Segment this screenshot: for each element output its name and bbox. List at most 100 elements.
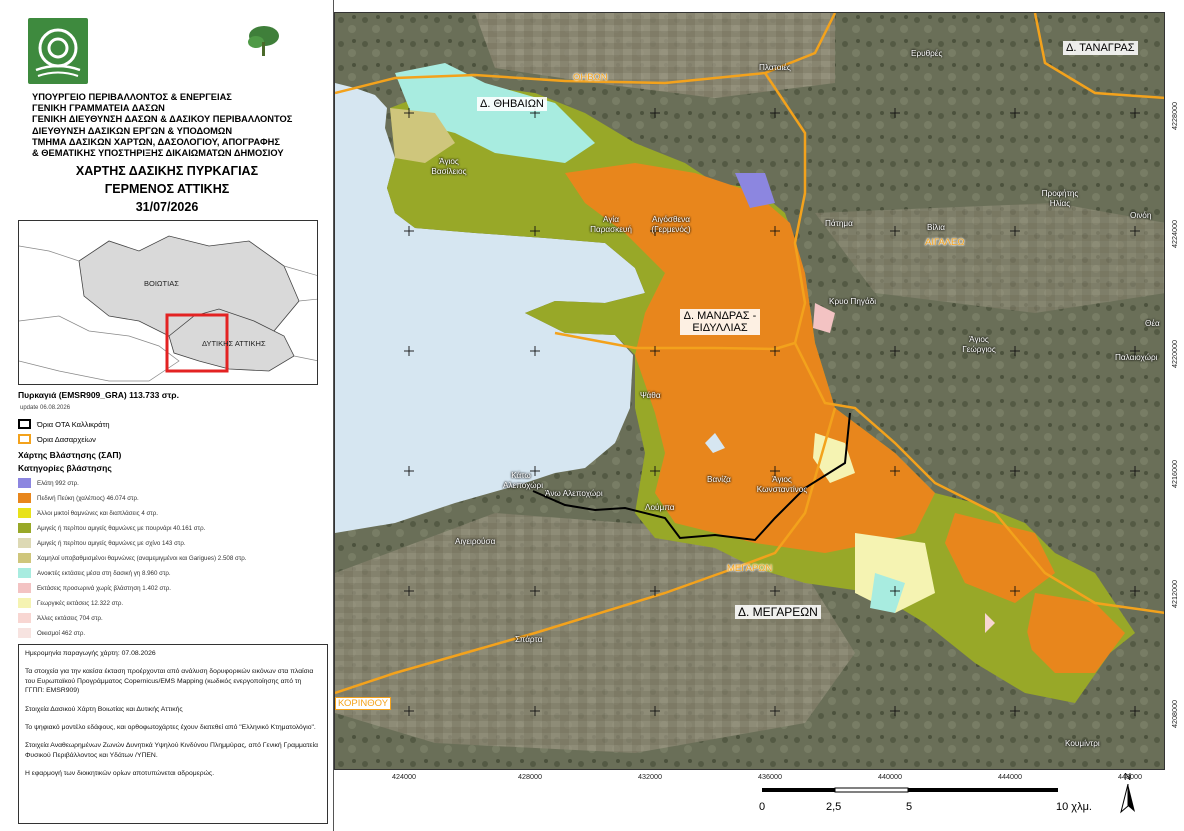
- org-line: ΔΙΕΥΘΥΝΣΗ ΔΑΣΙΚΩΝ ΕΡΓΩΝ & ΥΠΟΔΟΜΩΝ: [32, 125, 233, 136]
- place-oinoi: Οινόη: [1130, 211, 1152, 220]
- x-tick-label: 440000: [878, 772, 902, 781]
- map-canvas: [335, 13, 1164, 769]
- x-tick-label: 432000: [638, 772, 662, 781]
- y-tick-label: 4212000: [1170, 580, 1179, 608]
- place-aigeirousa: Αιγειρούσα: [455, 537, 496, 546]
- y-tick-label: 4228000: [1170, 102, 1179, 130]
- place-plataies: Πλαταιές: [759, 63, 791, 72]
- legend-category-row: Ελάτη 992 στρ.: [18, 477, 79, 489]
- notes-copernicus: Τα στοιχεία για την καείσα έκταση προέρχ…: [25, 668, 314, 695]
- place-thea: Θέα: [1145, 319, 1160, 328]
- legend-category-swatch: [18, 538, 31, 548]
- y-tick-label: 4220000: [1170, 340, 1179, 368]
- region-megareon: Δ. ΜΕΓΑΡΕΩΝ: [735, 605, 821, 619]
- place-vaniza: Βανίζα: [707, 475, 731, 484]
- organization-lines: ΥΠΟΥΡΓΕΙΟ ΠΕΡΙΒΑΛΛΟΝΤΟΣ & ΕΝΕΡΓΕΙΑΣ ΓΕΝΙ…: [32, 92, 322, 159]
- scale-label-zero: 0: [759, 801, 766, 813]
- region-tanagras: Δ. ΤΑΝΑΓΡΑΣ: [1063, 41, 1138, 55]
- inset-map: ΒΟΙΩΤΙΑΣ ΔΥΤΙΚΗΣ ΑΤΤΙΚΗΣ: [18, 220, 318, 385]
- legend-category-label: Χαμηλοί υποβαθμισμένοι θαμνώνες (αναμεμι…: [37, 554, 247, 562]
- legend-category-swatch: [18, 478, 31, 488]
- region-thivaion: Δ. ΘΗΒΑΙΩΝ: [477, 97, 547, 111]
- legend-category-row: Πεδινή Πεύκη (χαλέπιος) 46.074 στρ.: [18, 492, 139, 504]
- legend-category-label: Ελάτη 992 στρ.: [37, 479, 79, 487]
- legend-category-row: Γεωργικές εκτάσεις 12.322 στρ.: [18, 597, 123, 609]
- place-vilia: Βίλια: [927, 223, 945, 232]
- legend-category-row: Εκτάσεις προσωρινά χωρίς βλάστηση 1.402 …: [18, 582, 171, 594]
- north-arrow-icon: N: [1118, 772, 1138, 814]
- legend-fire-update: update 06.08.2026: [20, 405, 71, 411]
- region-mandras: Δ. ΜΑΝΔΡΑΣ - ΕΙΔΥΛΛΙΑΣ: [680, 309, 760, 335]
- forest-service-logo: [28, 18, 88, 84]
- place-koumintri: Κουμίντρι: [1065, 739, 1100, 748]
- inset-label-voiotias: ΒΟΙΩΤΙΑΣ: [144, 279, 179, 288]
- north-label: N: [1124, 772, 1132, 783]
- legend-category-label: Ανοικτές εκτάσεις μέσα στη δασική γη 8.9…: [37, 569, 171, 577]
- notes-disclaimer: Η εφαρμογή των διοικητικών ορίων αποτυπώ…: [25, 770, 215, 778]
- legend-category-label: Οικισμοί 462 στρ.: [37, 629, 86, 637]
- legend-category-swatch: [18, 568, 31, 578]
- notes-dem: Το ψηφιακό μοντέλο εδάφους, και ορθοφωτο…: [25, 724, 316, 732]
- legend-category-swatch: [18, 508, 31, 518]
- place-kato-alepochori: Κάτω Αλεποχώρι: [503, 471, 544, 490]
- place-palaiochori: Παλαιοχώρι: [1115, 353, 1158, 362]
- org-line: & ΘΕΜΑΤΙΚΗΣ ΥΠΟΣΤΗΡΙΞΗΣ ΔΙΚΑΙΩΜΑΤΩΝ ΔΗΜΟ…: [32, 148, 284, 159]
- notes-date: Ημερομηνία παραγωγής χάρτη: 07.08.2026: [25, 650, 156, 657]
- legend-ota-label: Όρια ΟΤΑ Καλλικράτη: [37, 419, 110, 429]
- place-agios-georgios: Άγιος Γεώργιος: [962, 335, 996, 354]
- place-loumpa: Λούμπα: [645, 503, 675, 512]
- map-title: ΧΑΡΤΗΣ ΔΑΣΙΚΗΣ ΠΥΡΚΑΓΙΑΣ: [75, 164, 259, 178]
- info-panel: ΥΠΟΥΡΓΕΙΟ ΠΕΡΙΒΑΛΛΟΝΤΟΣ & ΕΝΕΡΓΕΙΑΣ ΓΕΝΙ…: [0, 0, 334, 831]
- y-tick-label: 4224000: [1170, 220, 1179, 248]
- x-tick-label: 436000: [758, 772, 782, 781]
- legend-category-swatch: [18, 613, 31, 623]
- place-agia-paraskevi: Αγία Παρασκευή: [590, 215, 632, 234]
- forest-office-thivon: ΘΗΒΩΝ: [573, 72, 608, 83]
- legend-categories-title: Κατηγορίες βλάστησης: [18, 463, 112, 473]
- legend-category-label: Άλλες εκτάσεις 704 στρ.: [37, 614, 103, 622]
- map-date: 31/07/2026: [135, 200, 199, 214]
- notes-forest-map: Στοιχεία Δασικού Χάρτη Βοιωτίας και Δυτι…: [25, 705, 183, 713]
- place-psatha: Ψάθα: [640, 391, 661, 400]
- legend-category-row: Χαμηλοί υποβαθμισμένοι θαμνώνες (αναμεμι…: [18, 552, 247, 564]
- x-tick-label: 428000: [518, 772, 542, 781]
- place-sparta: Σπάρτα: [515, 635, 543, 644]
- org-line: ΥΠΟΥΡΓΕΙΟ ΠΕΡΙΒΑΛΛΟΝΤΟΣ & ΕΝΕΡΓΕΙΑΣ: [32, 92, 232, 102]
- legend-ota-boundary: Όρια ΟΤΑ Καλλικράτη: [18, 418, 110, 430]
- place-kryo-pigadi: Κρυο Πηγάδι: [829, 297, 877, 306]
- legend-vegetation-title: Χάρτης Βλάστησης (ΣΑΠ): [18, 450, 122, 460]
- legend-category-row: Αμιγείς ή περίπου αμιγείς θαμνώνες με σχ…: [18, 537, 186, 549]
- org-line: ΤΜΗΜΑ ΔΑΣΙΚΩΝ ΧΑΡΤΩΝ, ΔΑΣΟΛΟΓΙΟΥ, ΑΠΟΓΡΑ…: [32, 136, 280, 147]
- legend-category-swatch: [18, 628, 31, 638]
- y-tick-label: 4208000: [1170, 700, 1179, 728]
- legend-category-label: Αμιγείς ή περίπου αμιγείς θαμνώνες με πο…: [37, 524, 206, 532]
- main-map[interactable]: Δ. ΘΗΒΑΙΩΝ Δ. ΤΑΝΑΓΡΑΣ Δ. ΜΑΝΔΡΑΣ - ΕΙΔΥ…: [334, 12, 1165, 770]
- forest-office-megaron: ΜΕΓΑΡΩΝ: [727, 563, 773, 574]
- legend-category-label: Αμιγείς ή περίπου αμιγείς θαμνώνες με σχ…: [37, 539, 186, 547]
- legend-category-row: Οικισμοί 462 στρ.: [18, 627, 85, 639]
- x-tick-label: 444000: [998, 772, 1022, 781]
- y-tick-label: 4216000: [1170, 460, 1179, 488]
- legend-category-row: Άλλοι μικτοί θαμνώνες και διαπλάσεις 4 σ…: [18, 507, 158, 519]
- scale-label-2-5: 2,5: [826, 801, 842, 813]
- map-subtitle: ΓΕΡΜΕΝΟΣ ΑΤΤΙΚΗΣ: [104, 182, 230, 196]
- legend-category-swatch: [18, 493, 31, 503]
- legend-category-label: Πεδινή Πεύκη (χαλέπιος) 46.074 στρ.: [37, 494, 139, 502]
- place-aigosthena: Αιγόσθενα (Γερμενός): [651, 215, 691, 234]
- legend-category-swatch: [18, 523, 31, 533]
- legend-category-swatch: [18, 553, 31, 563]
- legend-dasarxeia-boundary: Όρια Δασαρχείων: [18, 433, 96, 445]
- legend-category-row: Άλλες εκτάσεις 704 στρ.: [18, 612, 103, 624]
- legend-category-row: Ανοικτές εκτάσεις μέσα στη δασική γη 8.9…: [18, 567, 171, 579]
- scale-bar: [760, 784, 1060, 798]
- dasarxeia-boundary-swatch: [18, 434, 31, 444]
- x-tick-label: 424000: [392, 772, 416, 781]
- org-line: ΓΕΝΙΚΗ ΓΡΑΜΜΑΤΕΙΑ ΔΑΣΩΝ: [32, 103, 165, 114]
- place-agios-konstantinos: Άγιος Κωνσταντίνος: [756, 475, 808, 494]
- notes-box: Ημερομηνία παραγωγής χάρτη: 07.08.2026 Τ…: [18, 644, 328, 824]
- place-patima: Πάτημα: [825, 219, 853, 228]
- legend-category-label: Γεωργικές εκτάσεις 12.322 στρ.: [37, 599, 124, 607]
- legend-category-label: Άλλοι μικτοί θαμνώνες και διαπλάσεις 4 σ…: [37, 509, 158, 517]
- forest-office-aigaleo: ΑΙΓΑΛΕΩ: [925, 237, 965, 248]
- place-ano-alepochori: Άνω Αλεποχώρι: [545, 489, 603, 498]
